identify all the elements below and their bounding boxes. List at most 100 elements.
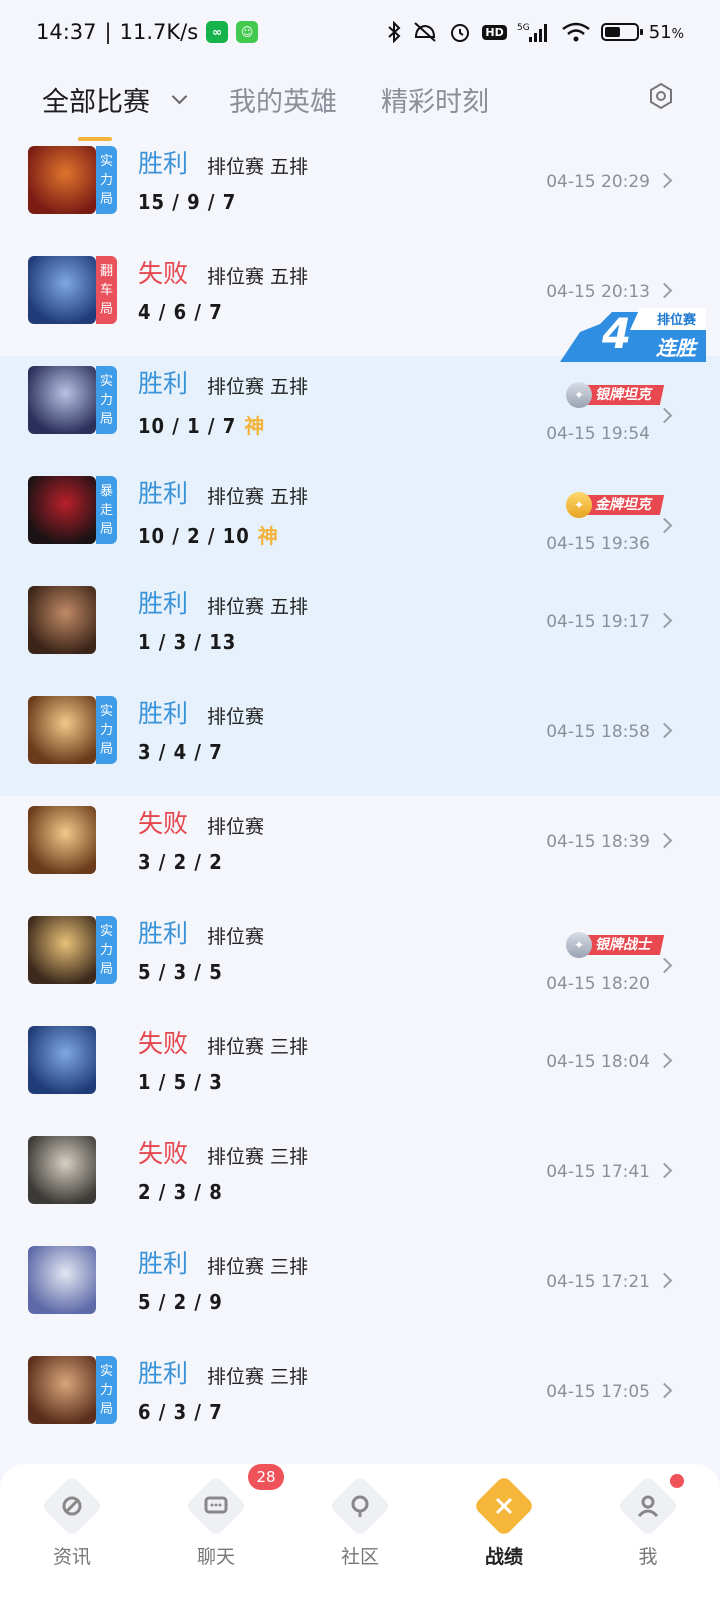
status-time: 14:37	[36, 20, 97, 44]
match-quality-tag: 翻车局	[96, 256, 117, 324]
match-result: 胜利	[138, 369, 189, 398]
match-kda: 5 / 2 / 9	[138, 1290, 223, 1314]
wifi-icon	[561, 21, 591, 43]
chevron-right-icon[interactable]	[656, 1382, 673, 1399]
record-icon	[472, 1474, 536, 1538]
match-row[interactable]: 失败 排位赛 三排 1 / 5 / 3 04-15 18:04	[0, 1016, 720, 1126]
tab-highlights[interactable]: 精彩时刻	[381, 80, 489, 119]
match-time: 04-15 19:36	[546, 534, 650, 554]
role-badge-label: 银牌战士	[581, 935, 665, 955]
chevron-right-icon[interactable]	[656, 612, 673, 629]
hero-avatar	[28, 476, 96, 544]
chevron-right-icon[interactable]	[656, 832, 673, 849]
match-row[interactable]: 实力局胜利 排位赛 3 / 4 / 7 04-15 18:58	[0, 686, 720, 796]
match-mode: 排位赛	[207, 706, 265, 728]
tab-bar: 全部比赛 我的英雄 精彩时刻	[0, 64, 720, 141]
hero-avatar	[28, 586, 96, 654]
chevron-right-icon[interactable]	[656, 517, 673, 534]
chevron-right-icon[interactable]	[656, 1272, 673, 1289]
medal-icon: ✦	[566, 492, 592, 518]
match-row[interactable]: 失败 排位赛 三排 2 / 3 / 8 04-15 17:41	[0, 1126, 720, 1236]
match-row[interactable]: 胜利 排位赛 三排 5 / 2 / 9 04-15 17:21	[0, 1236, 720, 1346]
match-mode: 排位赛	[207, 816, 265, 838]
streak-label: 连胜	[656, 336, 696, 360]
match-mode: 排位赛 五排	[207, 596, 309, 618]
profile-icon	[616, 1474, 680, 1538]
hero-avatar	[28, 256, 96, 324]
chevron-right-icon[interactable]	[656, 282, 673, 299]
match-mode: 排位赛 三排	[207, 1256, 309, 1278]
hero-avatar	[28, 1246, 96, 1314]
settings-icon[interactable]	[646, 81, 676, 111]
bottom-navigation: 资讯 聊天 28 社区 战绩 我	[0, 1464, 720, 1600]
match-mode: 排位赛 五排	[207, 376, 309, 398]
match-result: 失败	[138, 1139, 189, 1168]
tab-my-heroes-label: 我的英雄	[229, 86, 337, 118]
match-quality-tag: 实力局	[96, 916, 117, 984]
kda-value: 3 / 2 / 2	[138, 850, 223, 874]
nav-item-profile[interactable]: 我	[576, 1464, 720, 1600]
community-icon	[328, 1474, 392, 1538]
match-row[interactable]: 失败 排位赛 3 / 2 / 2 04-15 18:39	[0, 796, 720, 906]
status-speed: 11.7K/s	[119, 20, 199, 44]
match-row[interactable]: 实力局胜利 排位赛 五排 10 / 1 / 7 神 ✦ 银牌坦克 04-15 19:54	[0, 356, 720, 466]
match-kda: 3 / 2 / 2	[138, 850, 223, 874]
match-kda: 6 / 3 / 7	[138, 1400, 223, 1424]
chevron-down-icon[interactable]	[171, 88, 188, 104]
match-row[interactable]: 实力局胜利 排位赛 三排 6 / 3 / 7 04-15 17:05	[0, 1346, 720, 1456]
tab-all-matches[interactable]: 全部比赛	[42, 80, 188, 141]
role-badge-label: 银牌坦克	[581, 385, 665, 405]
hero-avatar	[28, 806, 96, 874]
medal-icon: ✦	[566, 382, 592, 408]
status-bar: 14:37 | 11.7K/s ∞ ☺ HD 5G 51%	[0, 0, 720, 64]
nav-item-news[interactable]: 资讯	[0, 1464, 144, 1600]
kda-value: 6 / 3 / 7	[138, 1400, 223, 1424]
match-kda: 2 / 3 / 8	[138, 1180, 223, 1204]
message-app-icon: ☺	[236, 21, 259, 43]
match-kda: 3 / 4 / 7	[138, 740, 223, 764]
chevron-right-icon[interactable]	[656, 1052, 673, 1069]
match-kda: 10 / 1 / 7 神	[138, 410, 265, 439]
nav-label: 我	[638, 1546, 658, 1568]
nav-label: 资讯	[52, 1546, 91, 1568]
match-time: 04-15 17:41	[546, 1162, 650, 1182]
alarm-icon	[448, 20, 472, 44]
match-result: 胜利	[138, 1359, 189, 1388]
match-row[interactable]: 实力局胜利 排位赛 5 / 3 / 5 ✦ 银牌战士 04-15 18:20	[0, 906, 720, 1016]
nav-label: 战绩	[484, 1546, 523, 1568]
mvp-badge: 神	[257, 524, 279, 548]
kda-value: 1 / 3 / 13	[138, 630, 237, 654]
match-time: 04-15 19:17	[546, 612, 650, 632]
hero-avatar	[28, 696, 96, 764]
svg-text:5G: 5G	[517, 23, 530, 33]
role-badge: ✦ 银牌战士	[566, 932, 665, 958]
match-quality-tag: 实力局	[96, 696, 117, 764]
nav-item-record[interactable]: 战绩	[432, 1464, 576, 1600]
match-time: 04-15 18:20	[546, 974, 650, 994]
chevron-right-icon[interactable]	[656, 407, 673, 424]
chevron-right-icon[interactable]	[656, 1162, 673, 1179]
match-kda: 5 / 3 / 5	[138, 960, 223, 984]
chevron-right-icon[interactable]	[656, 957, 673, 974]
nav-item-community[interactable]: 社区	[288, 1464, 432, 1600]
mute-icon	[412, 21, 438, 43]
match-row[interactable]: 胜利 排位赛 五排 1 / 3 / 13 04-15 19:17	[0, 576, 720, 686]
match-mode: 排位赛 三排	[207, 1366, 309, 1388]
chevron-right-icon[interactable]	[656, 172, 673, 189]
role-badge: ✦ 金牌坦克	[566, 492, 665, 518]
match-row[interactable]: 暴走局胜利 排位赛 五排 10 / 2 / 10 神 ✦ 金牌坦克 04-15 19:36	[0, 466, 720, 576]
chevron-right-icon[interactable]	[656, 722, 673, 739]
hero-avatar	[28, 366, 96, 434]
hd-badge: HD	[482, 24, 507, 40]
match-row[interactable]: 实力局胜利 排位赛 五排 15 / 9 / 7 04-15 20:29	[0, 136, 720, 246]
match-time: 04-15 18:39	[546, 832, 650, 852]
match-time: 04-15 18:04	[546, 1052, 650, 1072]
kda-value: 15 / 9 / 7	[138, 190, 237, 214]
kda-value: 10 / 2 / 10	[138, 524, 250, 548]
tab-my-heroes[interactable]: 我的英雄	[229, 80, 337, 119]
unread-count-badge: 28	[248, 1464, 284, 1490]
match-kda: 10 / 2 / 10 神	[138, 520, 279, 549]
hero-avatar	[28, 1026, 96, 1094]
nav-item-chat[interactable]: 聊天 28	[144, 1464, 288, 1600]
match-result: 胜利	[138, 149, 189, 178]
